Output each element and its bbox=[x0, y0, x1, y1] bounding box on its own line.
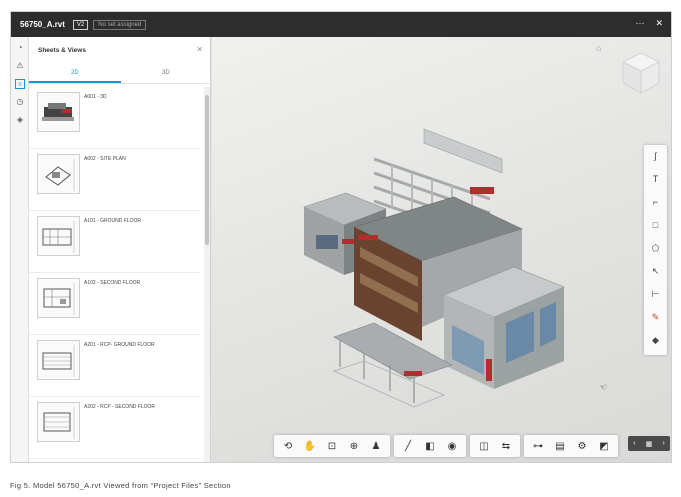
sheet-thumbnail bbox=[37, 402, 80, 442]
model-browser-icon[interactable]: ⊶ bbox=[527, 435, 549, 457]
list-item[interactable]: A001 - 3D bbox=[29, 87, 199, 149]
scrollbar-thumb[interactable] bbox=[205, 95, 209, 245]
activity-icon[interactable]: ◔ bbox=[15, 43, 25, 53]
file-title: 56750_A.rvt bbox=[20, 20, 65, 29]
left-rail: ◔ ⚠ ≡ ◷ ◈ bbox=[11, 37, 29, 462]
visibility-icon[interactable]: ◉ bbox=[441, 435, 463, 457]
model-viewport[interactable]: ⌂ ∫ T ⌐ □ ⬠ ↖ ⊢ ✎ ◆ ☜ ⟲ ✋ ⊡ ⊕ ♟ ╱ ◧ ◉ ◫ … bbox=[212, 37, 671, 462]
title-bar: 56750_A.rvt V2 No set assigned ··· ✕ bbox=[11, 12, 671, 37]
chevron-right-icon[interactable]: › bbox=[663, 440, 665, 447]
tab-2d[interactable]: 2D bbox=[71, 70, 79, 76]
first-person-icon[interactable]: ♟ bbox=[365, 435, 387, 457]
app-window: 56750_A.rvt V2 No set assigned ··· ✕ ◔ ⚠… bbox=[10, 11, 672, 463]
sheet-thumbnail bbox=[37, 340, 80, 380]
compare-icon[interactable]: ⇆ bbox=[495, 435, 517, 457]
settings-icon[interactable]: ⚙ bbox=[571, 435, 593, 457]
markup-toolbar: ∫ T ⌐ □ ⬠ ↖ ⊢ ✎ ◆ bbox=[644, 145, 667, 355]
properties-icon[interactable]: ▤ bbox=[549, 435, 571, 457]
tools-group: ╱ ◧ ◉ bbox=[394, 435, 466, 457]
bottom-toolbar: ⟲ ✋ ⊡ ⊕ ♟ ╱ ◧ ◉ ◫ ⇆ ⊶ ▤ ⚙ ◩ bbox=[274, 435, 618, 457]
tab-3d[interactable]: 3D bbox=[162, 70, 170, 76]
split-icon[interactable]: ◫ bbox=[473, 435, 495, 457]
fit-icon[interactable]: ⊡ bbox=[321, 435, 343, 457]
sheets-panel: Sheets & Views ✕ 2D 3D A001 - 3D A002 - … bbox=[29, 37, 211, 462]
sheet-label: A101 - GROUND FLOOR bbox=[84, 218, 141, 224]
sheet-label: A002 - SITE PLAN bbox=[84, 156, 126, 162]
grid-icon[interactable]: ▦ bbox=[646, 440, 653, 448]
list-item[interactable]: A201 - RCP- GROUND FLOOR bbox=[29, 335, 199, 397]
fill-icon[interactable]: ◆ bbox=[649, 334, 662, 347]
viewcube[interactable] bbox=[621, 51, 661, 95]
callout-icon[interactable]: ⌐ bbox=[649, 196, 662, 209]
layers-icon[interactable]: ◈ bbox=[15, 115, 25, 125]
sheet-thumbnail bbox=[37, 278, 80, 318]
orbit-icon[interactable]: ⟲ bbox=[277, 435, 299, 457]
fullscreen-icon[interactable]: ◩ bbox=[593, 435, 615, 457]
chevron-left-icon[interactable]: ‹ bbox=[633, 440, 635, 447]
sheet-thumbnail bbox=[37, 216, 80, 256]
sheet-label: A201 - RCP- GROUND FLOOR bbox=[84, 342, 155, 348]
panel-title: Sheets & Views bbox=[38, 47, 86, 54]
history-icon[interactable]: ◷ bbox=[15, 97, 25, 107]
version-badge[interactable]: V2 bbox=[72, 19, 89, 30]
rectangle-icon[interactable]: □ bbox=[649, 219, 662, 232]
panel-close-icon[interactable]: ✕ bbox=[196, 45, 203, 54]
list-item[interactable]: A102 - SECOND FLOOR bbox=[29, 273, 199, 335]
sheet-list: A001 - 3D A002 - SITE PLAN A101 - GROUND… bbox=[29, 87, 204, 462]
compare-group: ◫ ⇆ bbox=[470, 435, 520, 457]
navigation-group: ⟲ ✋ ⊡ ⊕ ♟ bbox=[274, 435, 390, 457]
tab-divider bbox=[29, 83, 211, 84]
list-item[interactable]: A002 - SITE PLAN bbox=[29, 149, 199, 211]
dimension-icon[interactable]: ⊢ bbox=[649, 288, 662, 301]
building-model[interactable] bbox=[294, 127, 594, 427]
set-badge[interactable]: No set assigned bbox=[93, 19, 147, 30]
sheets-icon[interactable]: ≡ bbox=[15, 79, 25, 89]
section-icon[interactable]: ◧ bbox=[419, 435, 441, 457]
color-icon[interactable]: ✎ bbox=[649, 311, 662, 324]
zoom-window-icon[interactable]: ⊕ bbox=[343, 435, 365, 457]
more-icon[interactable]: ··· bbox=[635, 18, 644, 29]
settings-group: ⊶ ▤ ⚙ ◩ bbox=[524, 435, 618, 457]
sheet-thumbnail bbox=[37, 92, 80, 132]
sheet-label: A001 - 3D bbox=[84, 94, 107, 100]
sheet-label: A202 - RCP - SECOND FLOOR bbox=[84, 404, 156, 410]
figure-caption: Fig 5. Model 56750_A.rvt Viewed from “Pr… bbox=[10, 481, 231, 490]
pan-icon[interactable]: ✋ bbox=[299, 435, 321, 457]
sheet-label: A102 - SECOND FLOOR bbox=[84, 280, 141, 286]
arrow-icon[interactable]: ↖ bbox=[649, 265, 662, 278]
text-icon[interactable]: T bbox=[649, 173, 662, 186]
polygon-icon[interactable]: ⬠ bbox=[649, 242, 662, 255]
sheet-thumbnail bbox=[37, 154, 80, 194]
freehand-icon[interactable]: ∫ bbox=[649, 150, 662, 163]
home-icon[interactable]: ⌂ bbox=[596, 43, 601, 53]
page-navigator: ‹ ▦ › bbox=[628, 436, 670, 451]
list-item[interactable]: A101 - GROUND FLOOR bbox=[29, 211, 199, 273]
warning-icon[interactable]: ⚠ bbox=[15, 61, 25, 71]
pointer-icon: ☜ bbox=[599, 382, 608, 392]
measure-icon[interactable]: ╱ bbox=[397, 435, 419, 457]
close-icon[interactable]: ✕ bbox=[655, 18, 663, 29]
list-item[interactable]: A202 - RCP - SECOND FLOOR bbox=[29, 397, 199, 459]
